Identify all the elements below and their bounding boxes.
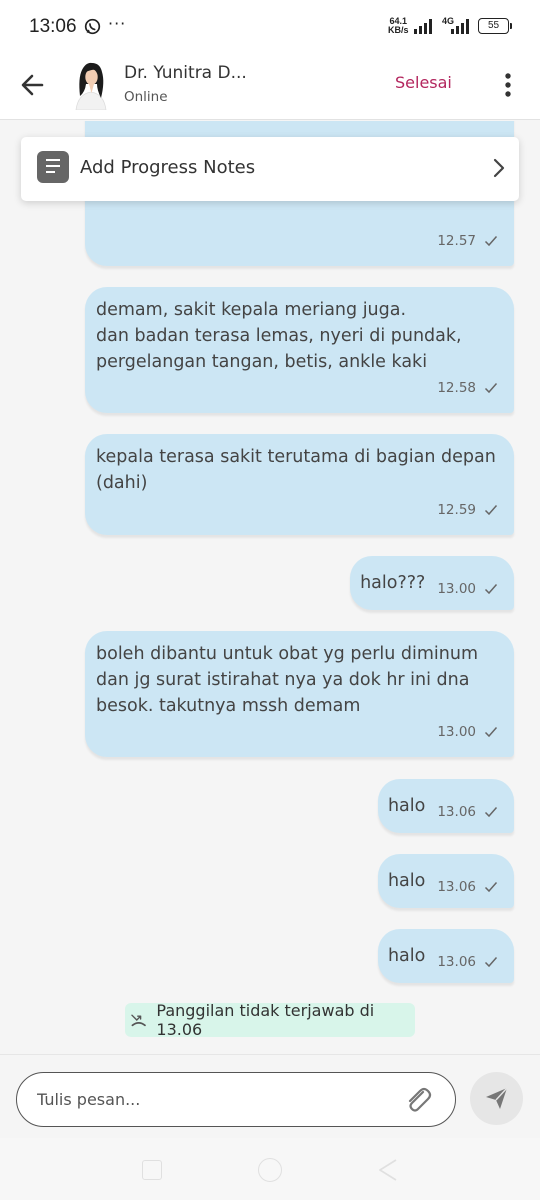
message-meta: 13.06 [437,799,498,825]
message-meta: 12.59 [437,497,498,523]
message-time: 13.06 [437,804,476,820]
more-notifications-icon: ··· [108,14,127,33]
message-time: 13.06 [437,954,476,970]
network-speed-unit: KB/s [388,25,409,35]
check-icon [484,505,498,516]
check-icon [484,727,498,738]
message-meta: 13.00 [437,576,498,602]
online-status: Online [124,89,168,105]
message-meta: 12.58 [437,375,498,401]
message-time: 13.06 [437,879,476,895]
message-meta: 13.06 [437,949,498,975]
status-bar: 13:06 ··· 64.1 KB/s 4G 55 [0,0,540,54]
home-button[interactable] [258,1158,282,1182]
message-bubble[interactable]: demam, sakit kepala meriang juga. dan ba… [85,287,514,413]
message-text: halo [387,871,426,891]
chat-messages-area[interactable]: minum air atau bicara pun sakit 12.57 de… [0,121,540,1054]
check-icon [484,882,498,893]
end-consultation-button[interactable]: Selesai [395,73,452,92]
message-time: 13.00 [437,724,476,740]
system-back-button[interactable] [377,1158,399,1182]
add-progress-notes-label: Add Progress Notes [80,157,256,178]
message-text: halo [387,946,426,966]
chevron-right-icon [493,158,505,178]
system-navigation-bar [0,1138,540,1200]
check-icon [484,807,498,818]
avatar[interactable] [72,60,110,110]
message-bubble[interactable]: halo??? 13.00 [350,556,514,610]
document-icon [37,151,69,183]
message-time: 12.58 [437,380,476,396]
message-text: halo??? [360,573,426,593]
check-icon [484,957,498,968]
message-text: demam, sakit kepala meriang juga. dan ba… [96,300,462,372]
send-icon [486,1087,508,1109]
message-bubble[interactable]: kepala terasa sakit terutama di bagian d… [85,434,514,535]
check-icon [484,383,498,394]
message-meta: 13.00 [437,719,498,745]
doctor-name[interactable]: Dr. Yunitra D... [124,63,247,83]
battery-icon: 55 [478,18,512,34]
missed-call-notice: Panggilan tidak terjawab di 13.06 [125,1001,415,1039]
message-bubble[interactable]: halo 13.06 [377,929,514,983]
message-meta: 12.57 [437,228,498,254]
message-composer [0,1054,540,1138]
message-bubble[interactable]: halo 13.06 [377,779,514,833]
check-icon [484,236,498,247]
back-arrow-icon[interactable] [16,68,50,102]
add-progress-notes-card[interactable]: Add Progress Notes [21,137,519,201]
message-text: halo [387,796,426,816]
paperclip-icon[interactable] [401,1083,433,1115]
message-text: kepala terasa sakit terutama di bagian d… [96,447,496,493]
message-input[interactable] [16,1072,456,1127]
message-bubble[interactable]: boleh dibantu untuk obat yg perlu diminu… [85,631,514,757]
message-text: boleh dibantu untuk obat yg perlu diminu… [96,644,479,716]
message-time: 12.59 [437,502,476,518]
check-icon [484,584,498,595]
network-speed: 64.1 KB/s [388,17,409,35]
message-meta: 13.06 [437,874,498,900]
whatsapp-icon [84,18,101,35]
recent-apps-button[interactable] [142,1160,162,1180]
chat-header: Dr. Yunitra D... Online Selesai [0,54,540,120]
send-button[interactable] [470,1072,523,1125]
status-time: 13:06 [29,16,77,37]
message-time: 13.00 [437,581,476,597]
missed-call-text: Panggilan tidak terjawab di 13.06 [156,1001,375,1039]
message-bubble[interactable]: halo 13.06 [377,854,514,908]
missed-call-icon [131,1014,146,1027]
signal-icon-sim2 [451,19,469,34]
more-vertical-icon[interactable] [496,68,520,102]
signal-icon [414,19,432,34]
message-time: 12.57 [437,233,476,249]
